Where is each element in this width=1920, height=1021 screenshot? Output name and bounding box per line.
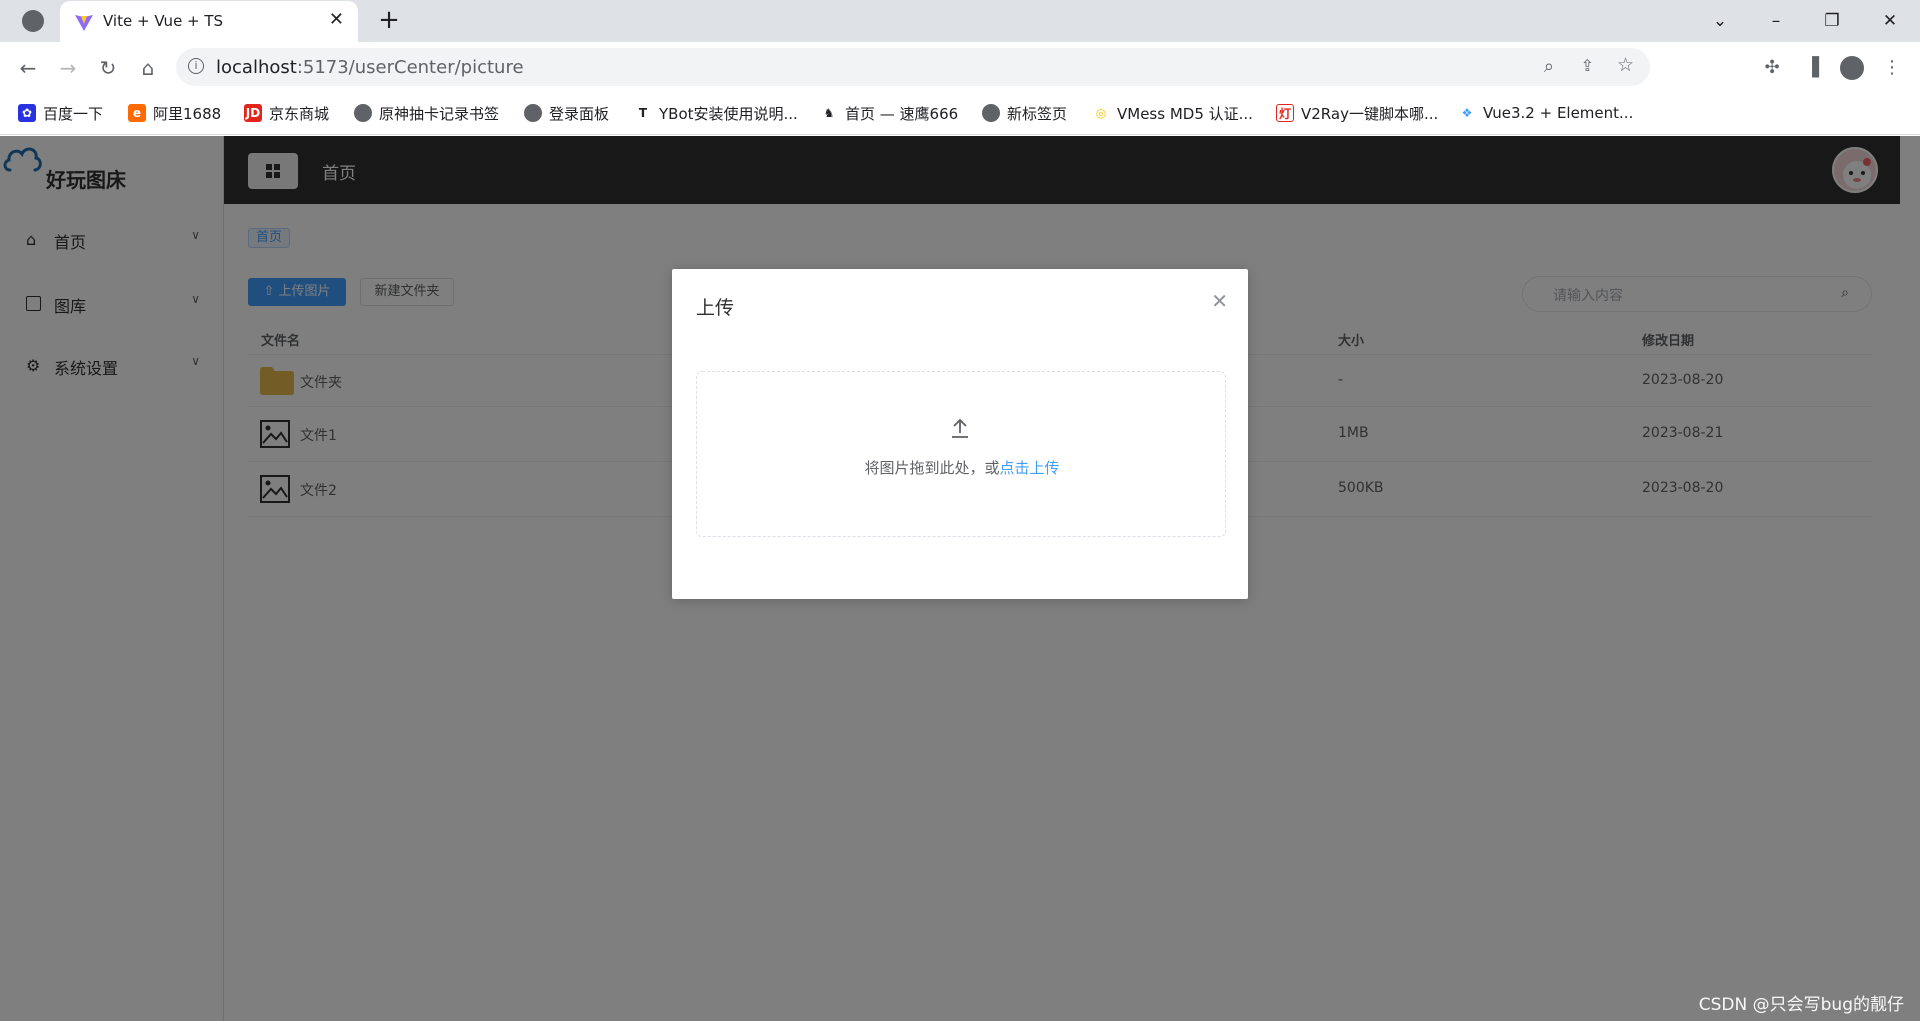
back-icon[interactable]: ← bbox=[12, 52, 44, 84]
baidu-icon: ✿ bbox=[18, 104, 36, 122]
address-bar-row: ← → ↻ ⌂ i localhost:5173/userCenter/pict… bbox=[0, 42, 1920, 92]
bookmark-item[interactable]: ◎ VMess MD5 认证... bbox=[1092, 102, 1253, 124]
element-icon: ❖ bbox=[1461, 106, 1473, 120]
address-bar[interactable]: i localhost:5173/userCenter/picture ⌕ ⇪ … bbox=[176, 48, 1650, 86]
window-close-icon[interactable]: ✕ bbox=[1870, 6, 1910, 36]
alibaba-icon: e bbox=[128, 104, 146, 122]
close-icon[interactable]: ✕ bbox=[1211, 289, 1228, 313]
bookmark-item[interactable]: ✿ 百度一下 bbox=[18, 102, 103, 124]
bookmark-item[interactable]: ❖ Vue3.2 + Element... bbox=[1458, 102, 1634, 124]
extensions-icon[interactable]: ✣ bbox=[1756, 52, 1788, 84]
forward-icon[interactable]: → bbox=[52, 52, 84, 84]
bookmark-item[interactable]: 新标签页 bbox=[982, 102, 1067, 124]
restore-icon[interactable]: ❐ bbox=[1812, 6, 1852, 36]
star-icon[interactable]: ☆ bbox=[1617, 54, 1634, 76]
tab-close-icon[interactable]: ✕ bbox=[329, 9, 344, 30]
url-text: localhost:5173/userCenter/picture bbox=[216, 57, 524, 78]
upload-dropzone[interactable]: 将图片拖到此处，或点击上传 bbox=[696, 371, 1226, 537]
reload-icon[interactable]: ↻ bbox=[92, 52, 124, 84]
dialog-title: 上传 bbox=[696, 297, 735, 319]
browser-tab[interactable]: Vite + Vue + TS ✕ bbox=[60, 1, 358, 42]
profile-icon[interactable] bbox=[1836, 52, 1868, 84]
url-host: localhost bbox=[216, 57, 297, 78]
t-icon: T bbox=[638, 106, 648, 120]
bookmark-item[interactable]: 灯 V2Ray一键脚本哪... bbox=[1276, 102, 1438, 124]
upload-icon bbox=[952, 418, 968, 438]
menu-kebab-icon[interactable]: ⋮ bbox=[1876, 52, 1908, 84]
globe-icon bbox=[354, 104, 372, 122]
url-path: :5173/userCenter/picture bbox=[296, 57, 524, 78]
vite-icon bbox=[75, 15, 93, 31]
bookmark-item[interactable]: 登录面板 bbox=[524, 102, 609, 124]
home-button-icon[interactable]: ⌂ bbox=[132, 52, 164, 84]
drop-hint: 将图片拖到此处，或 bbox=[864, 459, 1000, 477]
bookmark-item[interactable]: e 阿里1688 bbox=[128, 102, 221, 124]
jd-icon: JD bbox=[244, 104, 262, 122]
minimize-icon[interactable]: – bbox=[1756, 6, 1796, 36]
browser-chrome: Vite + Vue + TS ✕ + ⌄ – ❐ ✕ ← → ↻ ⌂ i lo… bbox=[0, 0, 1920, 135]
click-upload-link[interactable]: 点击上传 bbox=[1000, 459, 1060, 477]
tab-list-icon[interactable]: ⌄ bbox=[1700, 6, 1740, 36]
dropzone-text: 将图片拖到此处，或点击上传 bbox=[697, 457, 1227, 478]
eagle-icon: ♞ bbox=[823, 106, 835, 120]
new-tab-icon[interactable]: + bbox=[374, 6, 404, 36]
site-info-icon[interactable]: i bbox=[188, 58, 204, 74]
zoom-icon[interactable]: ⌕ bbox=[1544, 56, 1554, 77]
bookmark-item[interactable]: JD 京东商城 bbox=[244, 102, 329, 124]
side-panel-icon[interactable]: ▐ bbox=[1796, 52, 1828, 84]
vmess-icon: ◎ bbox=[1095, 106, 1107, 120]
watermark: CSDN @只会写bug的靓仔 bbox=[1698, 995, 1904, 1015]
bookmark-item[interactable]: 原神抽卡记录书签 bbox=[354, 102, 499, 124]
v2ray-icon: 灯 bbox=[1276, 104, 1294, 122]
upload-dialog: 上传 ✕ 将图片拖到此处，或点击上传 bbox=[672, 269, 1248, 599]
tab-bar: Vite + Vue + TS ✕ + ⌄ – ❐ ✕ bbox=[0, 0, 1920, 42]
bookmarks-bar: ✿ 百度一下 e 阿里1688 JD 京东商城 原神抽卡记录书签 登录面板 T YBot… bbox=[0, 92, 1920, 135]
bookmark-item[interactable]: T YBot安装使用说明... bbox=[634, 102, 798, 124]
globe-icon bbox=[982, 104, 1000, 122]
bookmark-item[interactable]: ♞ 首页 — 速鹰666 bbox=[820, 102, 959, 124]
tab-search-icon[interactable] bbox=[22, 10, 44, 32]
share-icon[interactable]: ⇪ bbox=[1581, 56, 1594, 75]
tab-title: Vite + Vue + TS bbox=[103, 12, 224, 30]
globe-icon bbox=[524, 104, 542, 122]
